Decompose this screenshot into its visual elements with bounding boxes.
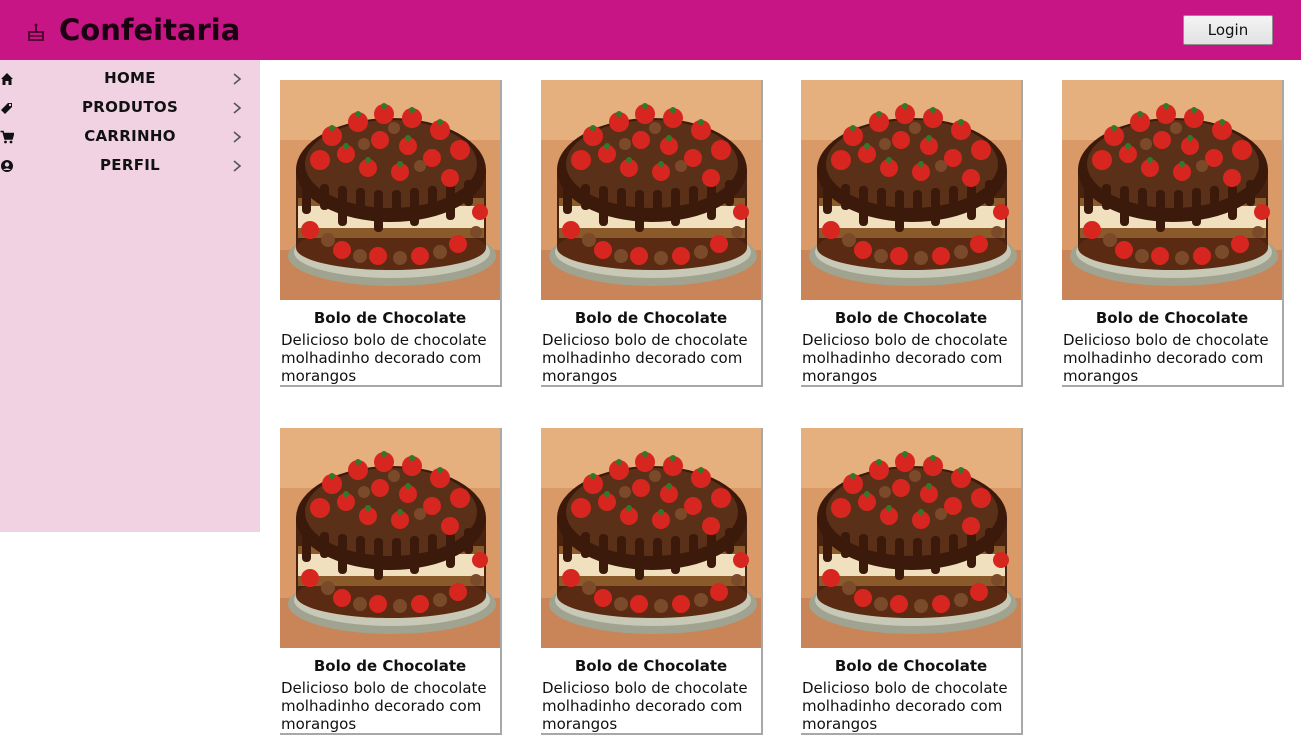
product-image (541, 80, 761, 300)
product-description: Delicioso bolo de chocolate molhadinho d… (802, 679, 1008, 733)
product-title: Bolo de Chocolate (574, 309, 728, 327)
chevron-right-icon (233, 160, 242, 172)
product-title: Bolo de Chocolate (313, 309, 467, 327)
chevron-right-icon (233, 102, 242, 114)
product-description: Delicioso bolo de chocolate molhadinho d… (1063, 331, 1269, 385)
product-title: Bolo de Chocolate (1095, 309, 1249, 327)
sidebar-item-carrinho[interactable]: CARRINHO (0, 122, 260, 151)
product-title: Bolo de Chocolate (313, 657, 467, 675)
product-title: Bolo de Chocolate (834, 309, 988, 327)
product-card[interactable]: Bolo de Chocolate Delicioso bolo de choc… (1062, 80, 1284, 387)
product-title: Bolo de Chocolate (574, 657, 728, 675)
product-card[interactable]: Bolo de Chocolate Delicioso bolo de choc… (541, 80, 763, 387)
product-card[interactable]: Bolo de Chocolate Delicioso bolo de choc… (801, 80, 1023, 387)
sidebar-item-label: PRODUTOS (81, 98, 179, 116)
product-description: Delicioso bolo de chocolate molhadinho d… (281, 331, 487, 385)
product-image (280, 80, 500, 300)
sidebar-item-label: CARRINHO (84, 127, 176, 145)
brand[interactable]: Confeitaria (28, 12, 240, 48)
chevron-right-icon (233, 131, 242, 143)
sidebar: HOME PRODUTOS CARRINHO PERFIL (0, 60, 260, 532)
brand-title: Confeitaria (59, 13, 241, 47)
sidebar-item-perfil[interactable]: PERFIL (0, 151, 260, 180)
product-image (1062, 80, 1282, 300)
login-button[interactable]: Login (1183, 15, 1273, 45)
sidebar-item-label: PERFIL (100, 156, 160, 174)
product-title: Bolo de Chocolate (834, 657, 988, 675)
product-description: Delicioso bolo de chocolate molhadinho d… (802, 331, 1008, 385)
product-card[interactable]: Bolo de Chocolate Delicioso bolo de choc… (280, 80, 502, 387)
cake-icon (28, 23, 44, 41)
product-image (541, 428, 761, 648)
sidebar-item-home[interactable]: HOME (0, 64, 260, 93)
product-card[interactable]: Bolo de Chocolate Delicioso bolo de choc… (801, 428, 1023, 735)
sidebar-item-label: HOME (104, 69, 156, 87)
sidebar-item-produtos[interactable]: PRODUTOS (0, 93, 260, 122)
product-image (801, 428, 1021, 648)
product-image (801, 80, 1021, 300)
header-bar: Confeitaria Login (0, 0, 1301, 60)
product-image (280, 428, 500, 648)
product-description: Delicioso bolo de chocolate molhadinho d… (542, 679, 748, 733)
product-card[interactable]: Bolo de Chocolate Delicioso bolo de choc… (280, 428, 502, 735)
product-card[interactable]: Bolo de Chocolate Delicioso bolo de choc… (541, 428, 763, 735)
chevron-right-icon (233, 73, 242, 85)
product-description: Delicioso bolo de chocolate molhadinho d… (542, 331, 748, 385)
product-description: Delicioso bolo de chocolate molhadinho d… (281, 679, 487, 733)
